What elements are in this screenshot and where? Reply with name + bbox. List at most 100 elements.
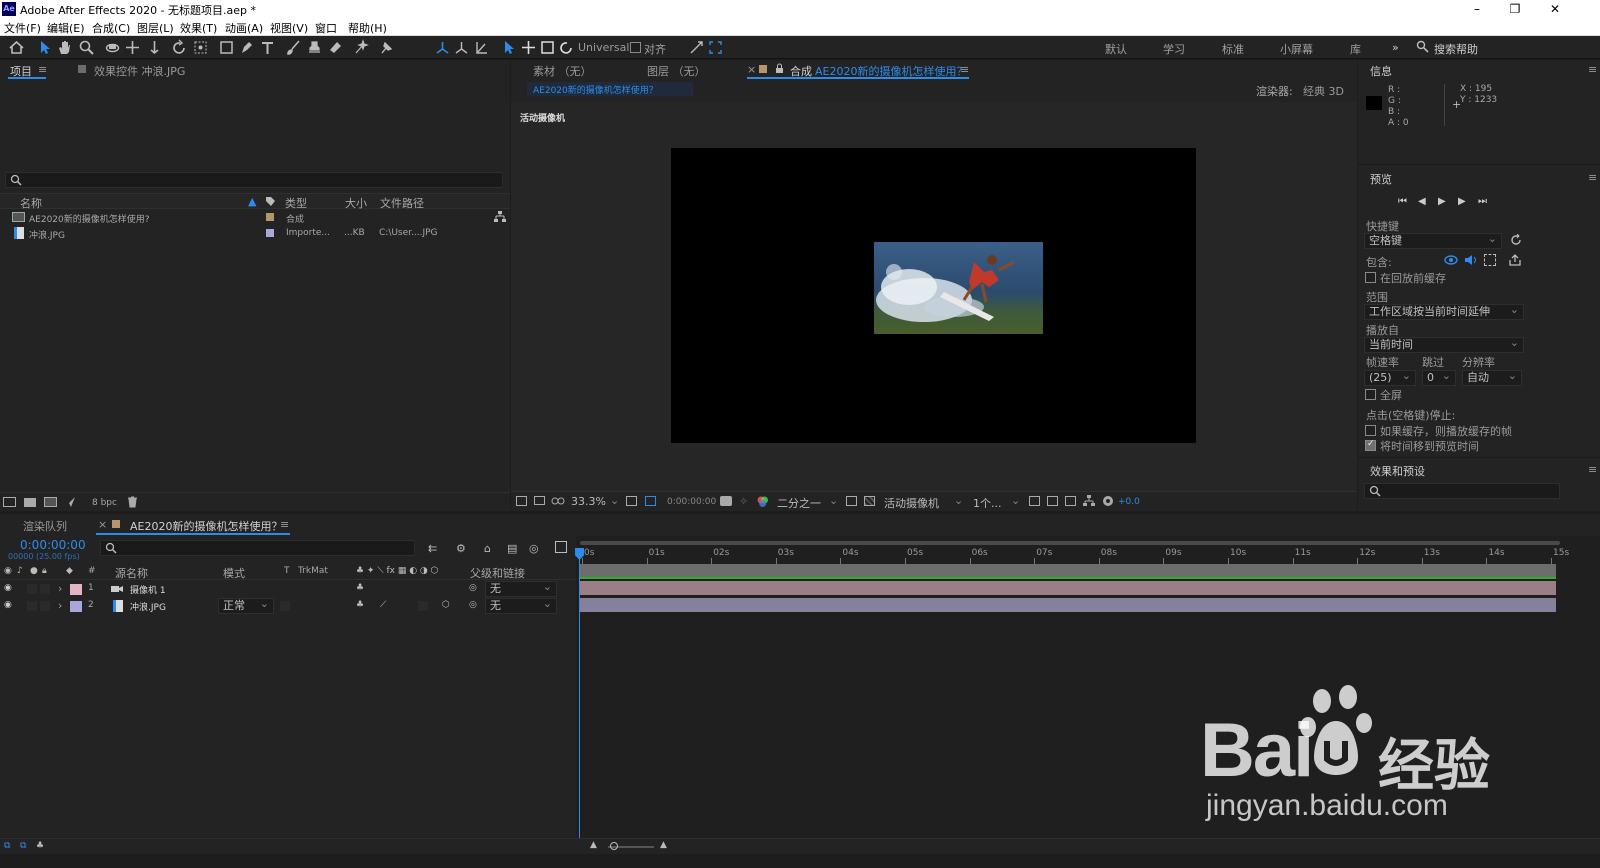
solo-toggle[interactable] <box>27 584 37 594</box>
layer-label-color[interactable] <box>70 584 82 595</box>
zoom-slider-handle[interactable] <box>610 842 618 850</box>
next-frame-icon[interactable]: ▶︎ <box>1458 196 1466 207</box>
zoom-in-icon[interactable]: ▲ <box>660 840 667 850</box>
current-time-display[interactable]: 0:00:00:00 <box>20 538 86 552</box>
export-icon[interactable] <box>1509 254 1521 266</box>
menu-layer[interactable]: 图层(L) <box>137 20 174 36</box>
breadcrumb-comp[interactable]: AE2020新的摄像机怎样使用？ <box>533 83 658 96</box>
effects-search-input[interactable] <box>1364 483 1560 499</box>
tab-layer[interactable]: 图层 （无） <box>647 63 706 79</box>
label-tag-icon[interactable] <box>265 196 276 207</box>
previous-frame-icon[interactable]: ◀︎ <box>1418 196 1426 207</box>
last-frame-icon[interactable]: ⏭ <box>1478 196 1487 207</box>
menu-file[interactable]: 文件(F) <box>4 20 41 36</box>
selection-tool-icon[interactable] <box>36 39 53 56</box>
layer-label-color[interactable] <box>70 601 82 612</box>
snapping-icon[interactable] <box>688 39 705 56</box>
graph-editor-icon[interactable] <box>555 541 567 553</box>
workspace-default[interactable]: 默认 <box>1105 41 1127 57</box>
column-file-path[interactable]: 文件路径 <box>380 195 424 211</box>
snap-checkbox[interactable] <box>630 42 641 53</box>
breadcrumb[interactable]: AE2020新的摄像机怎样使用？ <box>527 82 693 96</box>
anchor-point-tool-icon[interactable] <box>192 39 209 56</box>
menu-window[interactable]: 窗口 <box>315 20 337 36</box>
zoom-dropdown[interactable]: 33.3% <box>571 495 606 508</box>
play-cached-frames-checkbox[interactable] <box>1365 425 1376 436</box>
snapshot-camera-icon[interactable] <box>720 496 732 506</box>
audio-toggle-icon[interactable] <box>1464 254 1478 266</box>
solo-icon[interactable]: ● <box>30 566 38 576</box>
workspace-libraries[interactable]: 库 <box>1350 41 1361 57</box>
restore-button[interactable]: ❐ <box>1500 0 1530 18</box>
frame-rate-dropdown[interactable]: (25) <box>1364 369 1416 386</box>
3d-layer-icon[interactable]: ⬡ <box>442 600 450 610</box>
pickwhip-icon[interactable]: ◎ <box>469 600 477 610</box>
close-tab-icon[interactable]: × <box>747 63 756 76</box>
puppet-pin-tool-icon[interactable] <box>378 39 395 56</box>
menu-effect[interactable]: 效果(T) <box>180 20 217 36</box>
rotate-tool-icon[interactable] <box>171 39 188 56</box>
fast-previews-icon[interactable] <box>1047 496 1058 506</box>
blend-mode-dropdown[interactable]: 正常 <box>218 597 274 614</box>
tab-render-queue[interactable]: 渲染队列 <box>23 518 67 534</box>
range-dropdown[interactable]: 工作区域按当前时间延伸 <box>1364 303 1524 320</box>
video-toggle-icon[interactable] <box>1444 254 1458 266</box>
new-folder-icon[interactable] <box>24 498 36 507</box>
work-area-bar[interactable] <box>580 564 1556 578</box>
resolution-dropdown[interactable]: 自动 <box>1462 369 1522 386</box>
cursor-mode-icon[interactable] <box>500 39 517 56</box>
project-search-input[interactable] <box>5 172 503 188</box>
flowchart-icon[interactable] <box>1083 495 1095 507</box>
eraser-tool-icon[interactable] <box>327 39 344 56</box>
draft-3d-icon[interactable]: ⚙ <box>456 542 466 555</box>
clone-stamp-tool-icon[interactable] <box>306 39 323 56</box>
rotate-gizmo-icon[interactable] <box>558 39 575 56</box>
quality-switch-icon[interactable]: ⟋ <box>380 600 386 610</box>
local-axis-mode-icon[interactable] <box>434 39 451 56</box>
transparency-grid-icon[interactable] <box>864 496 875 506</box>
eye-icon[interactable]: ◉ <box>4 600 12 610</box>
reset-exposure-icon[interactable] <box>1102 495 1114 507</box>
chevron-down-icon[interactable]: ⌄ <box>1011 494 1020 507</box>
bit-depth-button[interactable]: 8 bpc <box>92 498 117 508</box>
layer-duration-bar[interactable] <box>580 598 1556 612</box>
tab-timeline-composition[interactable]: AE2020新的摄像机怎样使用？ <box>130 518 282 534</box>
eye-icon[interactable]: ◉ <box>4 583 12 593</box>
panel-menu-icon[interactable]: ≡ <box>1588 463 1597 476</box>
layer-duration-bar[interactable] <box>580 581 1556 595</box>
pickwhip-icon[interactable]: ◎ <box>469 583 477 593</box>
help-search[interactable]: 搜索帮助 <box>1412 39 1560 56</box>
show-snapshot-icon[interactable]: ✧ <box>739 495 748 508</box>
viewer-canvas[interactable]: 活动摄像机 <box>511 102 1357 491</box>
first-frame-icon[interactable]: ⏮ <box>1398 196 1407 207</box>
trash-icon[interactable] <box>127 496 138 508</box>
more-workspaces-button[interactable]: » <box>1392 41 1399 54</box>
workspace-learn[interactable]: 学习 <box>1163 41 1185 57</box>
hand-tool-icon[interactable] <box>56 39 73 56</box>
preserve-transparency-toggle[interactable] <box>280 601 290 611</box>
pen-tool-icon[interactable] <box>238 39 255 56</box>
renderer-value[interactable]: 经典 3D <box>1303 83 1344 99</box>
always-preview-icon[interactable] <box>516 496 527 506</box>
column-parent[interactable]: 父级和链接 <box>470 565 525 581</box>
shy-switch-icon[interactable]: ♣ <box>356 600 364 610</box>
render-icon[interactable] <box>64 496 76 508</box>
home-icon[interactable] <box>8 39 25 56</box>
sort-ascending-icon[interactable]: ▲ <box>248 195 256 208</box>
effects-presets-title[interactable]: 效果和预设 <box>1370 463 1425 479</box>
layer-switches-toggle-icon[interactable]: ⧉ <box>4 841 10 851</box>
shy-switch-icon[interactable]: ♣ <box>356 583 364 593</box>
chevron-down-icon[interactable]: ⌄ <box>954 494 963 507</box>
panel-menu-icon[interactable]: ≡ <box>960 63 969 76</box>
motion-blur-toggle[interactable] <box>418 601 428 611</box>
label-tag-icon[interactable]: ◆ <box>66 566 73 576</box>
flowchart-icon[interactable] <box>494 211 506 223</box>
timeline-icon[interactable] <box>1065 496 1076 506</box>
type-tool-icon[interactable] <box>259 39 276 56</box>
timeline-search-input[interactable] <box>100 540 415 556</box>
move-time-checkbox[interactable] <box>1365 439 1376 451</box>
resolution-dropdown[interactable]: 二分之一 <box>777 495 821 511</box>
panel-menu-icon[interactable]: ≡ <box>1588 63 1597 76</box>
rectangle-tool-icon[interactable] <box>218 39 235 56</box>
interpret-footage-icon[interactable] <box>3 497 16 507</box>
